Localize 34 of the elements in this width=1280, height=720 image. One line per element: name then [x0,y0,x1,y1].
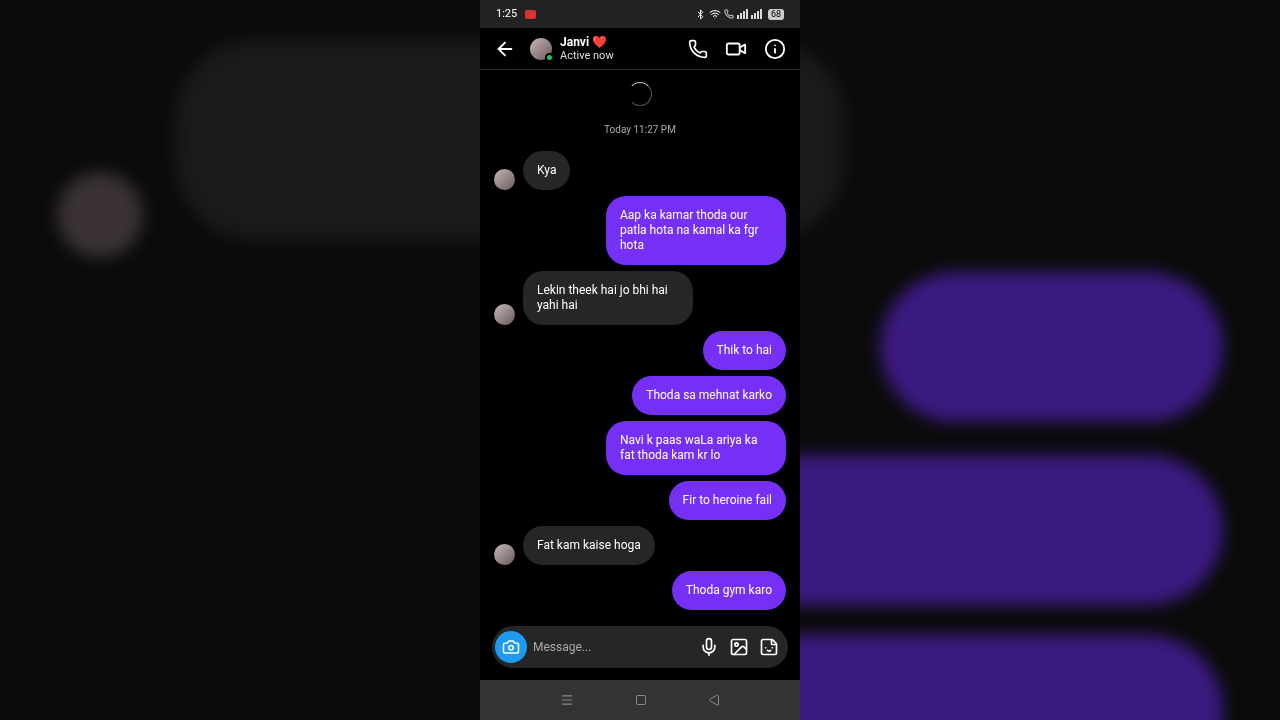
message-composer[interactable]: Message... [492,626,788,668]
sent-message: Aap ka kamar thoda our patla hota na kamal ka fgr hota [606,196,786,265]
gallery-button[interactable] [729,637,749,657]
contact-name[interactable]: Janvi ❤ [560,34,614,49]
sent-message: Thoda gym karo [671,571,786,610]
status-time: 1:25 [496,5,518,22]
sent-message: Fir to heroine fail [668,481,786,520]
received-message: Lekin theek hai jo bhi hai yahi hai [523,271,693,325]
phone-call-button[interactable] [688,38,708,59]
avatar [530,37,552,60]
received-message: Fat kam kaise hoga [523,526,655,565]
battery-level: 68 [767,8,784,20]
camera-button[interactable] [495,631,527,663]
camera-icon [502,638,520,656]
message-input[interactable]: Message... [533,638,699,656]
menu-icon[interactable] [560,693,575,707]
sent-message: Thoda sa mehnat karko [632,376,786,415]
sticker-button[interactable] [759,637,779,657]
avatar [494,169,515,190]
back-triangle-icon[interactable] [707,694,720,706]
wifi-icon [708,8,721,20]
info-button[interactable] [764,37,786,60]
call-icon [723,9,734,19]
recording-icon [525,9,537,19]
avatar [494,544,515,565]
sent-message: Navi k paas waLa ariya ka fat thoda kam kr lo [606,421,786,475]
avatar [494,304,515,325]
active-status: Active now [560,48,614,63]
microphone-button[interactable] [699,637,719,657]
sent-message: Thik to hai [702,331,786,370]
home-icon[interactable] [635,694,647,706]
signal-icon [736,9,763,19]
timestamp: Today 11:27 PM [604,123,676,137]
received-message: Kya [523,151,571,190]
